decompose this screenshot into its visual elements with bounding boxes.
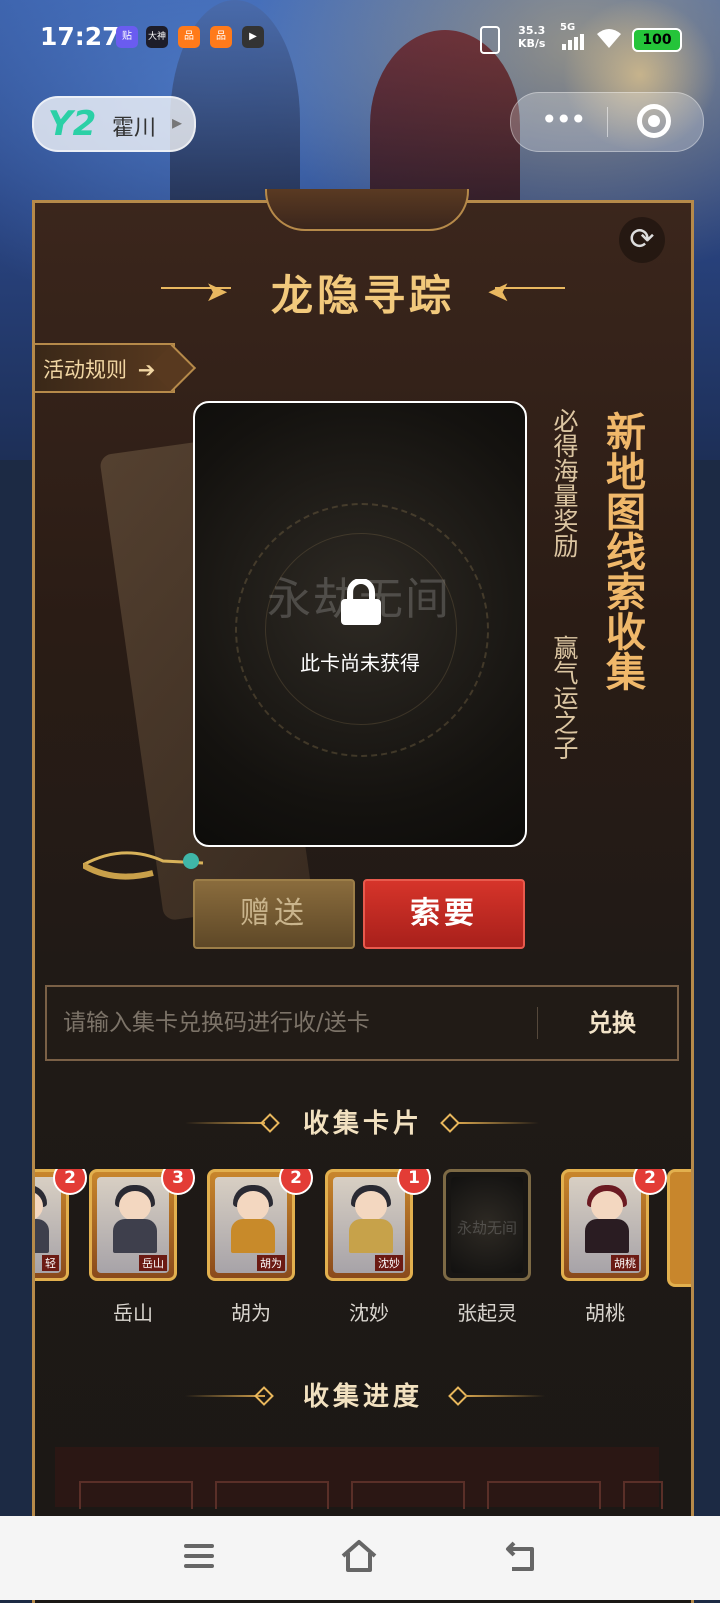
redeem-divider xyxy=(537,1007,538,1039)
card-name: 胡为 xyxy=(231,1301,271,1325)
section-line-right xyxy=(459,1122,539,1124)
card-tag: 岳山 xyxy=(139,1255,167,1271)
app-icon-pin-2: 品 xyxy=(210,26,232,48)
arrow-right-icon: ➔ xyxy=(137,358,156,382)
app-icon-pin-1: 品 xyxy=(178,26,200,48)
collect-cards-title: 收集卡片 xyxy=(302,1109,423,1139)
progress-slot xyxy=(351,1481,465,1509)
redeem-button[interactable]: 兑换 xyxy=(567,1005,657,1041)
card-tag: 胡桃 xyxy=(611,1255,639,1271)
progress-slot xyxy=(487,1481,601,1509)
battery-icon: 100 xyxy=(632,28,682,52)
slogan-sub-1: 必得海量奖励 xyxy=(550,408,579,558)
lock-icon xyxy=(341,579,381,625)
card-locked-text: 此卡尚未获得 xyxy=(300,651,420,675)
user-pill[interactable]: Y2 霍川 ▸ xyxy=(32,96,196,152)
rules-button-label: 活动规则 xyxy=(43,358,127,382)
gift-button[interactable]: 赠送 xyxy=(193,879,355,949)
slogan-main: 新地图线索收集 xyxy=(599,411,646,691)
slogan-sub-2: 赢气运之子 xyxy=(550,635,579,760)
app-icon-tie: 贴 xyxy=(116,26,138,48)
progress-slot xyxy=(215,1481,329,1509)
more-dots-icon[interactable]: ••• xyxy=(541,103,587,136)
card-tag: 胡为 xyxy=(257,1255,285,1271)
rules-button[interactable]: 活动规则 ➔ xyxy=(35,343,175,393)
panel-crest xyxy=(265,189,469,231)
progress-title: 收集进度 xyxy=(302,1382,423,1412)
progress-slot xyxy=(623,1481,663,1509)
capsule-menu: ••• xyxy=(510,92,704,152)
chevron-right-icon: ▸ xyxy=(172,110,183,134)
page-title: 龙隐寻踪 xyxy=(270,271,455,320)
signal-label: 5G xyxy=(560,22,576,33)
card-name: 张起灵 xyxy=(457,1301,517,1325)
capsule-divider xyxy=(607,107,608,137)
user-name: 霍川 xyxy=(112,116,157,141)
card-name: 岳山 xyxy=(113,1301,153,1325)
status-time: 17:27 xyxy=(40,22,120,51)
redeem-code-box: 兑换 xyxy=(45,985,679,1061)
card-name: 沈妙 xyxy=(349,1301,389,1325)
card-compass-ring-inner xyxy=(265,533,457,725)
menu-icon[interactable] xyxy=(184,1544,214,1570)
system-nav-bar xyxy=(0,1516,720,1600)
card-tag: 轻 xyxy=(42,1255,59,1271)
activity-panel: ⟳ ➤ ➤ 龙隐寻踪 活动规则 ➔ 永劫无间 此卡尚未获得 新地图线索收集 必得… xyxy=(32,189,694,1603)
refresh-icon[interactable]: ⟳ xyxy=(619,217,665,263)
card-watermark: 永劫无间 xyxy=(457,1219,518,1237)
signal-icon xyxy=(562,34,586,50)
status-bar: 17:27 贴 大神 品 品 ▶ 35.3 KB/s 5G 100 xyxy=(0,0,720,78)
target-icon[interactable] xyxy=(637,104,671,138)
vibrate-icon xyxy=(480,26,500,54)
collection-card-partial[interactable] xyxy=(667,1169,691,1287)
back-icon[interactable] xyxy=(504,1540,538,1572)
home-icon[interactable] xyxy=(340,1538,378,1574)
card-name: 胡桃 xyxy=(585,1301,625,1325)
app-icon-dashen: 大神 xyxy=(146,26,168,48)
wifi-icon xyxy=(596,28,622,48)
title-row: 龙隐寻踪 xyxy=(35,261,691,331)
ask-button[interactable]: 索要 xyxy=(363,879,525,949)
progress-slot xyxy=(79,1481,193,1509)
user-logo: Y2 xyxy=(48,104,97,144)
app-icon-play: ▶ xyxy=(242,26,264,48)
section-line-right xyxy=(465,1395,545,1397)
tassel-ornament xyxy=(83,851,204,880)
card-tag: 沈妙 xyxy=(375,1255,403,1271)
redeem-code-input[interactable] xyxy=(61,1003,525,1043)
main-card[interactable]: 永劫无间 此卡尚未获得 xyxy=(193,401,527,847)
net-speed: 35.3 KB/s xyxy=(518,24,546,50)
progress-strip xyxy=(55,1447,663,1509)
card-collection-row: 轻 2 岳山 3 岳山 胡为 2 胡为 沈妙 1 沈妙 永劫无间 张起灵 胡桃 … xyxy=(35,1169,691,1339)
